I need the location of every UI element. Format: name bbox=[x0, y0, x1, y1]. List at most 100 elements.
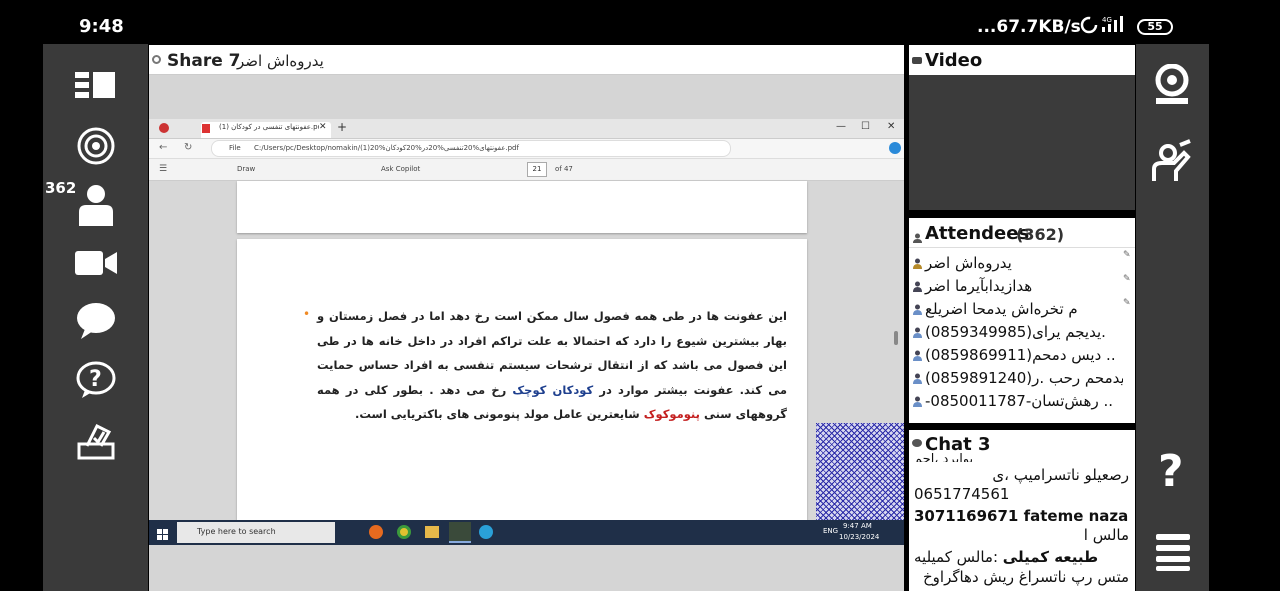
chat-message: 0651774561 bbox=[914, 485, 1010, 503]
firefox-icon[interactable] bbox=[369, 525, 383, 539]
url-field[interactable]: C:/Users/pc/Desktop/nomakin/(1)20%عفونته… bbox=[254, 144, 554, 152]
user-icon bbox=[913, 324, 922, 338]
camera-icon[interactable] bbox=[71, 241, 121, 285]
ask-copilot-button[interactable]: Ask Copilot bbox=[381, 165, 420, 173]
excel-icon[interactable] bbox=[449, 522, 471, 543]
status-bar: 9:48 ...67.7KB/s 4G 55 bbox=[0, 0, 1280, 44]
right-toolbar: ? bbox=[1136, 44, 1209, 591]
attendee-row[interactable]: هدازیدابآ‌یرما اضر bbox=[913, 277, 1123, 300]
profile-icon bbox=[159, 123, 169, 133]
presenter-icon bbox=[913, 255, 922, 269]
hatched-overlay bbox=[816, 423, 904, 520]
language-indicator: ENG bbox=[823, 527, 839, 535]
refresh-icon[interactable]: ↻ bbox=[184, 142, 192, 153]
mic-icon: ✎ bbox=[1123, 298, 1131, 308]
edge-icon[interactable] bbox=[479, 525, 493, 539]
taskbar-time: 9:47 AM bbox=[843, 522, 872, 530]
target-icon[interactable] bbox=[71, 124, 121, 168]
video-header: Video bbox=[909, 45, 1135, 75]
attendee-row[interactable]: (0859869911)دیس دمحم .. bbox=[913, 346, 1123, 369]
copilot-icon[interactable] bbox=[889, 142, 901, 154]
video-panel: Video bbox=[909, 45, 1135, 210]
back-icon[interactable]: ← bbox=[159, 142, 167, 153]
bullet-icon: • bbox=[303, 307, 311, 321]
attendee-row[interactable]: -0850011787-رهش‌تسان .. bbox=[913, 392, 1123, 414]
attendees-title: Attendees bbox=[925, 223, 1030, 244]
svg-text:4G: 4G bbox=[1102, 16, 1112, 24]
pdf-paragraph: این عفونت ها در طی همه فصول سال ممکن است… bbox=[317, 309, 787, 421]
webcam-icon[interactable] bbox=[1153, 63, 1191, 110]
taskbar-search-placeholder: Type here to search bbox=[197, 527, 276, 536]
network-speed: ...67.7KB/s bbox=[977, 17, 1081, 37]
left-toolbar: 362 ? bbox=[43, 44, 148, 591]
user-icon bbox=[913, 278, 922, 292]
pdf-viewer[interactable]: • این عفونت ها در طی همه فصول سال ممکن ا… bbox=[149, 181, 904, 529]
help-icon[interactable]: ? bbox=[1158, 446, 1184, 497]
share-header: Share 7 یدروه‌اش اضر bbox=[149, 45, 904, 75]
chat-panel: Chat 3 یوابرد ،اچم رصعیلو ناتسرامیپ ،ی 0… bbox=[909, 430, 1135, 591]
attendees-count: (362) bbox=[1016, 225, 1065, 244]
mic-icon: ✎ bbox=[1123, 250, 1131, 260]
video-panel-icon bbox=[912, 57, 922, 64]
file-label: File bbox=[229, 144, 241, 152]
attendee-row[interactable]: یدروه‌اش اضر bbox=[913, 254, 1123, 277]
chat-message: رصعیلو ناتسرامیپ ،ی bbox=[992, 466, 1129, 484]
tab-close-icon[interactable]: ✕ bbox=[319, 122, 327, 132]
pdf-toolbar: ☰ Draw Ask Copilot 21 of 47 bbox=[149, 159, 904, 181]
data-saver-icon bbox=[1080, 16, 1098, 38]
chat-message: مالس ا bbox=[1083, 526, 1129, 544]
user-icon bbox=[913, 347, 922, 361]
windows-taskbar: Type here to search ENG 9:47 AM 10/23/20… bbox=[149, 520, 904, 545]
chat-message: متس رپ ناتسراغ ریش دهاگراوخ bbox=[922, 568, 1129, 586]
chat-bubble-icon[interactable] bbox=[71, 299, 121, 343]
menu-icon[interactable] bbox=[1156, 532, 1190, 576]
pdf-page-previous bbox=[237, 181, 807, 233]
raise-hand-icon[interactable] bbox=[1152, 139, 1194, 187]
chrome-icon[interactable] bbox=[397, 525, 411, 539]
vote-icon[interactable] bbox=[71, 419, 121, 463]
user-icon[interactable] bbox=[71, 183, 121, 227]
pdf-page: • این عفونت ها در طی همه فصول سال ممکن ا… bbox=[237, 239, 807, 529]
user-icon bbox=[913, 370, 922, 384]
layout-icon[interactable] bbox=[71, 64, 121, 108]
chat-sender: طبیعه کمیلی bbox=[1002, 548, 1099, 566]
clock: 9:48 bbox=[79, 16, 124, 37]
people-icon bbox=[913, 228, 922, 247]
minimize-icon[interactable]: — bbox=[836, 121, 846, 132]
folder-icon[interactable] bbox=[425, 526, 439, 538]
chat-sender: 3071169671 fateme nazari bbox=[914, 507, 1129, 525]
share-title: Share 7 bbox=[167, 51, 241, 71]
user-icon bbox=[913, 393, 922, 407]
signal-icon: 4G bbox=[1100, 14, 1130, 38]
close-window-icon[interactable]: ✕ bbox=[887, 121, 895, 132]
chat-icon bbox=[912, 439, 922, 447]
pdf-icon bbox=[202, 124, 210, 133]
contents-icon[interactable]: ☰ bbox=[159, 164, 167, 174]
chat-message: 3071169671 fateme nazari :پ bbox=[914, 507, 1129, 525]
windows-start-icon[interactable] bbox=[157, 526, 169, 545]
question-bubble-icon[interactable]: ? bbox=[71, 359, 121, 403]
maximize-icon[interactable]: ☐ bbox=[861, 121, 870, 132]
video-title: Video bbox=[925, 50, 983, 71]
draw-label[interactable]: Draw bbox=[237, 165, 255, 173]
browser-tab-label[interactable]: عفونتهای تنفسی در کودکان (1).pdf bbox=[219, 123, 319, 131]
shared-screen: عفونتهای تنفسی در کودکان (1).pdf ✕ + — ☐… bbox=[149, 119, 904, 545]
battery-indicator: 55 bbox=[1137, 19, 1173, 35]
attendees-panel: Attendees (362) یدروه‌اش اضر هدازیدابآ‌ی… bbox=[909, 218, 1135, 423]
new-tab-icon[interactable]: + bbox=[337, 120, 347, 134]
share-panel: Share 7 یدروه‌اش اضر عفونتهای تنفسی در ک… bbox=[149, 45, 904, 591]
attendee-row[interactable]: (0859349985)یدیجم یرای. bbox=[913, 323, 1123, 346]
attendee-row[interactable]: م تخره‌اش یدمحا اضریلع bbox=[913, 300, 1123, 323]
svg-text:?: ? bbox=[89, 367, 102, 392]
chat-message: یوابرد ،اچم bbox=[914, 452, 974, 462]
presenter-name: یدروه‌اش اضر bbox=[237, 52, 324, 70]
mic-icon: ✎ bbox=[1123, 274, 1131, 284]
page-number-input[interactable]: 21 bbox=[527, 162, 547, 177]
attendee-row[interactable]: (0859891240)یدمحم رحب .ر bbox=[913, 369, 1123, 392]
chat-message: طبیعه کمیلی :مالس کمیلیه bbox=[914, 548, 1099, 566]
scrollbar-thumb[interactable] bbox=[894, 331, 898, 345]
address-bar: ← ↻ File C:/Users/pc/Desktop/nomakin/(1)… bbox=[149, 139, 904, 159]
share-status-icon bbox=[152, 55, 161, 64]
taskbar-date: 10/23/2024 bbox=[839, 533, 880, 541]
attendees-header: Attendees (362) bbox=[909, 218, 1135, 248]
